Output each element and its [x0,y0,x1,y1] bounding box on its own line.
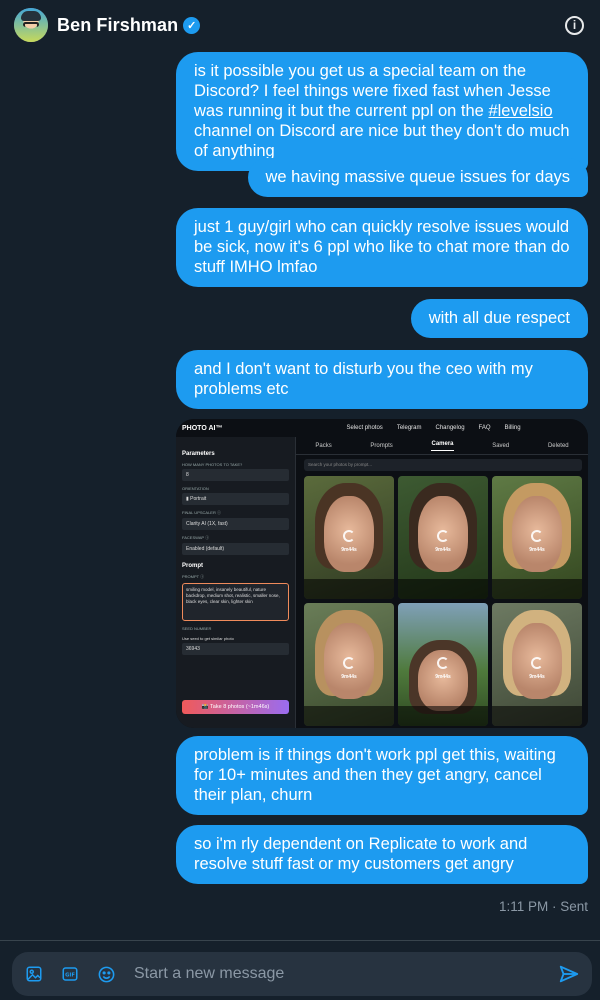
attachment-tab-active: Camera [431,441,454,451]
hashtag-link[interactable]: #levelsio [488,102,552,120]
attachment-photo-grid: 9m44s 9m44s 9m44s 9m44s 9m44s 9m44s [304,476,582,726]
message-text: and I don't want to disturb you the ceo … [194,360,533,398]
message-bubble[interactable]: is it possible you get us a special team… [176,52,588,171]
attachment-prompt: smiling model, insanely beautiful, natur… [182,583,289,621]
attachment-tab: Packs [315,442,332,449]
attachment-nav-item: Select photos [346,425,383,431]
generated-photo: 9m44s [492,603,582,726]
attachment-field: 36943 [182,643,289,655]
loading-spinner-icon [343,530,355,543]
message-timestamp: 1:11 PM · Sent [498,899,588,914]
composer-bar: GIF [0,940,600,1000]
photo-timer: 9m44s [435,674,451,681]
generated-photo: 9m44s [492,476,582,599]
generated-photo: 9m44s [304,603,394,726]
generated-photo: 9m44s [398,476,488,599]
attachment-nav-item: Billing [504,425,521,431]
attachment-tab: Saved [492,442,510,449]
attachment-nav-item: Changelog [435,425,465,431]
attachment-field: ▮ Portrait [182,493,289,505]
emoji-icon[interactable] [96,964,116,984]
attachment-field-label: Faceswap ⓘ [182,535,210,540]
contact-name[interactable]: Ben Firshman [57,15,178,36]
image-icon[interactable] [24,964,44,984]
svg-text:GIF: GIF [65,973,75,979]
attachment-section-title: Prompt [182,563,203,569]
photo-timer: 9m44s [341,547,357,554]
gif-icon[interactable]: GIF [60,964,80,984]
attachment-take-button: 📸 Take 8 photos (~1m46s) [182,700,289,714]
attachment-section-title: Parameters [182,451,215,457]
composer: GIF [12,952,592,996]
attachment-field: 8 [182,469,289,481]
message-input[interactable] [134,965,550,983]
message-text: just 1 guy/girl who can quickly resolve … [194,218,570,276]
message-text: problem is if things don't work ppl get … [194,746,556,804]
attachment-field-label: Seed number [182,626,212,631]
attachment-checkbox-label: Use seed to get similar photo [182,636,234,641]
attachment-field-label: Orientation [182,486,209,491]
attachment-tab: Deleted [547,442,569,449]
photo-timer: 9m44s [341,674,357,681]
screenshot-attachment[interactable]: PHOTO AI™ Select photos Telegram Changel… [176,419,588,728]
loading-spinner-icon [343,657,355,670]
message-bubble[interactable]: and I don't want to disturb you the ceo … [176,350,588,409]
attachment-nav-item: Telegram [396,425,422,431]
loading-spinner-icon [531,530,543,543]
attachment-nav-item: FAQ [478,425,491,431]
avatar[interactable] [14,8,48,42]
conversation-header: Ben Firshman ✓ i [0,0,600,50]
attachment-brand: PHOTO AI™ [182,424,223,432]
message-bubble[interactable]: problem is if things don't work ppl get … [176,736,588,815]
loading-spinner-icon [531,657,543,670]
message-bubble[interactable]: we having massive queue issues for days [247,158,588,197]
attachment-topbar: PHOTO AI™ Select photos Telegram Changel… [176,419,588,437]
attachment-sidebar: Parameters How many photos to take? 8 Or… [176,437,296,728]
loading-spinner-icon [437,657,449,670]
attachment-search: Search your photos by prompt... [304,459,582,471]
message-bubble[interactable]: so i'm rly dependent on Replicate to wor… [176,825,588,884]
message-bubble[interactable]: with all due respect [410,299,588,338]
info-icon[interactable]: i [565,16,584,35]
verified-badge-icon: ✓ [183,16,201,34]
attachment-field: Enabled (default) [182,543,289,555]
message-text: we having massive queue issues for days [265,168,571,186]
attachment-field-label: Prompt ⓘ [182,574,205,579]
generated-photo: 9m44s [304,476,394,599]
message-text: so i'm rly dependent on Replicate to wor… [194,835,528,873]
photo-timer: 9m44s [529,674,545,681]
attachment-tab: Prompts [370,442,393,449]
attachment-tabs: Packs Prompts Camera Saved Deleted [296,437,588,455]
message-text: with all due respect [428,309,570,327]
message-bubble[interactable]: just 1 guy/girl who can quickly resolve … [176,208,588,287]
attachment-field-label: Final upscaler ⓘ [182,510,221,515]
photo-timer: 9m44s [435,547,451,554]
attachment-field: Clarity AI (1X, fast) [182,518,289,530]
send-icon[interactable] [558,963,580,985]
attachment-field-label: How many photos to take? [182,462,243,467]
photo-timer: 9m44s [529,547,545,554]
generated-photo: 9m44s [398,603,488,726]
loading-spinner-icon [437,530,449,543]
message-text: channel on Discord are nice but they don… [194,122,570,160]
